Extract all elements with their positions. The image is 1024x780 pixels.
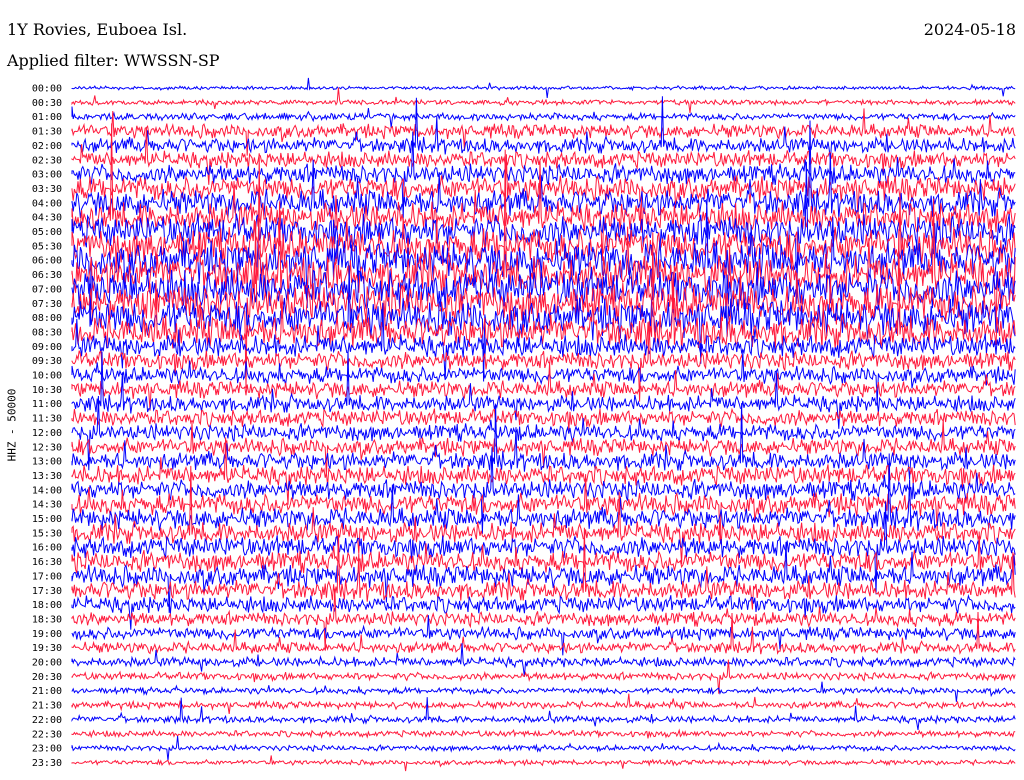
row-label-group: 00:00 00:30 01:00 01:30 02:00 02:30 03:00 03:30… [32,84,62,769]
row-time-label: 21:00 [32,686,62,697]
row-time-label: 01:00 [32,112,62,123]
row-time-label: 07:30 [32,299,62,310]
row-time-label: 02:30 [32,155,62,166]
row-time-label: 23:30 [32,758,62,769]
row-time-label: 22:00 [32,715,62,726]
row-time-label: 13:30 [32,471,62,482]
row-time-label: 07:00 [32,284,62,295]
row-time-label: 00:00 [32,84,62,95]
row-time-label: 11:30 [32,414,62,425]
row-time-label: 14:30 [32,500,62,511]
trace-row [71,362,1016,411]
row-time-label: 00:30 [32,98,62,109]
trace-row [71,588,1016,651]
row-time-label: 14:00 [32,485,62,496]
row-time-label: 09:30 [32,356,62,367]
trace-row [71,693,1016,714]
trace-row [71,594,1016,630]
row-time-label: 06:00 [32,256,62,267]
row-time-label: 19:00 [32,629,62,640]
row-time-label: 03:00 [32,170,62,181]
row-time-label: 12:00 [32,428,62,439]
row-time-label: 11:00 [32,399,62,410]
row-time-label: 10:30 [32,385,62,396]
row-time-label: 18:00 [32,600,62,611]
trace-row [71,755,1016,772]
row-time-label: 06:30 [32,270,62,281]
row-time-label: 03:30 [32,184,62,195]
row-time-label: 15:30 [32,528,62,539]
trace-group [71,77,1016,772]
row-time-label: 04:00 [32,198,62,209]
row-time-label: 16:30 [32,557,62,568]
row-time-label: 23:00 [32,744,62,755]
row-time-label: 05:30 [32,241,62,252]
helicorder-plot: 00:00 00:30 01:00 01:30 02:00 02:30 03:00 03:30… [32,77,1016,772]
row-time-label: 17:30 [32,586,62,597]
row-time-label: 20:30 [32,672,62,683]
row-time-label: 10:00 [32,371,62,382]
row-time-label: 08:30 [32,327,62,338]
row-time-label: 22:30 [32,729,62,740]
trace-row [71,87,1016,113]
trace-row [71,642,1016,677]
trace-row [71,681,1016,702]
row-time-label: 05:00 [32,227,62,238]
row-time-label: 09:00 [32,342,62,353]
trace-row [71,154,1016,231]
row-time-label: 18:30 [32,614,62,625]
row-time-label: 15:00 [32,514,62,525]
row-time-label: 08:00 [32,313,62,324]
row-time-label: 12:30 [32,442,62,453]
row-time-label: 16:00 [32,543,62,554]
row-time-label: 13:00 [32,457,62,468]
trace-row [71,735,1016,761]
trace-row [71,527,1016,610]
trace-row [71,407,1016,431]
trace-row [71,131,1016,219]
trace-row [71,728,1016,739]
row-time-label: 02:00 [32,141,62,152]
row-time-label: 20:00 [32,658,62,669]
trace-row [71,77,1016,98]
row-time-label: 01:30 [32,127,62,138]
row-time-label: 04:30 [32,213,62,224]
row-time-label: 19:30 [32,643,62,654]
row-time-label: 21:30 [32,701,62,712]
row-time-label: 17:00 [32,571,62,582]
trace-row [71,697,1016,730]
